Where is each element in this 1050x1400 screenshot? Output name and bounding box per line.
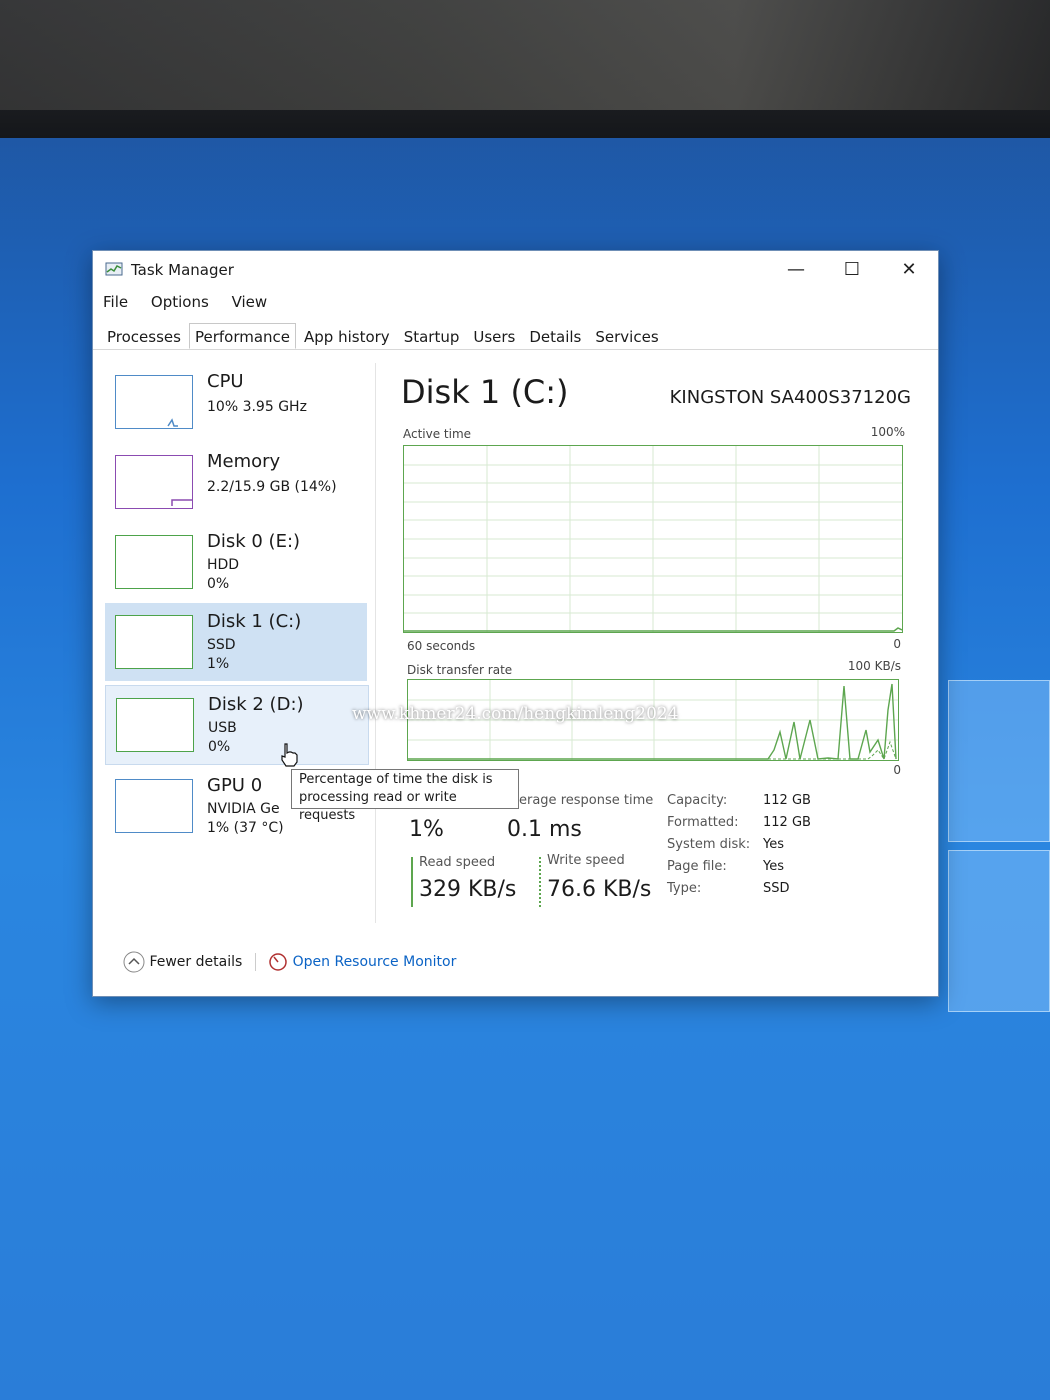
tab-users[interactable]: Users [467, 323, 521, 349]
minimize-button[interactable]: — [781, 259, 811, 281]
chevron-up-icon [123, 951, 145, 973]
active-time-label: Active time [403, 427, 472, 441]
read-speed-label: Read speed [419, 855, 496, 870]
disk2-thumbnail-graph [116, 698, 194, 752]
sidebar-disk0-type: HDD [207, 557, 240, 573]
prop-capacity-key: Capacity: [667, 793, 728, 808]
avg-response-label: erage response time [519, 793, 654, 808]
fewer-details-label: Fewer details [149, 954, 243, 970]
prop-system-disk-value: Yes [763, 837, 784, 852]
menu-view[interactable]: View [232, 293, 268, 311]
active-time-tooltip: Percentage of time the disk is processin… [291, 769, 519, 823]
tab-startup[interactable]: Startup [398, 323, 466, 349]
read-speed-value: 329 KB/s [419, 877, 517, 902]
tooltip-line-1: Percentage of time the disk is [299, 772, 493, 787]
disk0-thumbnail-graph [115, 535, 193, 589]
menu-file[interactable]: File [103, 293, 128, 311]
sidebar-disk2-name: Disk 2 (D:) [208, 694, 304, 715]
write-speed-value: 76.6 KB/s [547, 877, 652, 902]
sidebar-item-disk2[interactable]: Disk 2 (D:) USB 0% [105, 685, 369, 767]
prop-page-file-key: Page file: [667, 859, 727, 874]
desktop-window-logo-bottom [948, 850, 1050, 1012]
tab-details[interactable]: Details [523, 323, 587, 349]
sidebar-disk1-type: SSD [207, 637, 236, 653]
prop-system-disk-key: System disk: [667, 837, 751, 852]
write-speed-marker [539, 857, 541, 907]
sidebar-divider [375, 363, 376, 923]
transfer-rate-max: 100 KB/s [847, 659, 901, 673]
watermark-text: www.khmer24.com/hengkimleng2024 [352, 704, 679, 724]
task-manager-window: Task Manager — ☐ ✕ File Options View Pro… [92, 250, 939, 997]
memory-thumbnail-graph [115, 455, 193, 509]
open-resource-monitor-link[interactable]: Open Resource Monitor [268, 953, 457, 971]
open-resource-monitor-label: Open Resource Monitor [292, 954, 457, 970]
window-title: Task Manager [131, 261, 234, 279]
tab-app-history[interactable]: App history [298, 323, 396, 349]
sidebar-cpu-usage: 10% 3.95 GHz [207, 399, 307, 415]
write-speed-label: Write speed [547, 853, 625, 868]
transfer-rate-zero: 0 [893, 763, 901, 777]
tooltip-line-2: processing read or write requests [299, 790, 457, 823]
prop-type-value: SSD [763, 881, 790, 896]
sidebar-disk2-type: USB [208, 720, 237, 736]
footer: Fewer details Open Resource Monitor [123, 951, 456, 973]
prop-formatted-value: 112 GB [763, 815, 811, 830]
tab-services[interactable]: Services [589, 323, 664, 349]
sidebar-item-disk0[interactable]: Disk 0 (E:) HDD 0% [105, 523, 367, 601]
prop-capacity-value: 112 GB [763, 793, 811, 808]
maximize-button[interactable]: ☐ [837, 259, 867, 281]
close-button[interactable]: ✕ [894, 259, 924, 281]
tab-bar: Processes Performance App history Startu… [101, 323, 667, 349]
sidebar-disk0-usage: 0% [207, 576, 230, 592]
task-manager-icon [105, 262, 123, 276]
transfer-rate-label: Disk transfer rate [407, 663, 513, 677]
sidebar-cpu-name: CPU [207, 371, 244, 392]
performance-sidebar: CPU 10% 3.95 GHz Memory 2.2/15.9 GB (14%… [105, 363, 370, 923]
title-bar: Task Manager — ☐ ✕ [93, 251, 938, 287]
sidebar-disk2-usage: 0% [208, 739, 231, 755]
sidebar-disk1-name: Disk 1 (C:) [207, 611, 302, 632]
prop-page-file-value: Yes [763, 859, 784, 874]
menu-bar: File Options View [103, 293, 285, 311]
disk1-thumbnail-graph [115, 615, 193, 669]
disk-model: KINGSTON SA400S37120G [669, 387, 911, 408]
desktop-window-logo-top [948, 680, 1050, 842]
gpu-thumbnail-graph [115, 779, 193, 833]
prop-formatted-key: Formatted: [667, 815, 739, 830]
hand-cursor-icon [281, 743, 298, 767]
sidebar-item-memory[interactable]: Memory 2.2/15.9 GB (14%) [105, 443, 367, 521]
sidebar-item-cpu[interactable]: CPU 10% 3.95 GHz [105, 363, 367, 441]
disk-title: Disk 1 (C:) [401, 373, 569, 411]
disk-detail-panel: Disk 1 (C:) KINGSTON SA400S37120G Active… [393, 363, 913, 923]
fewer-details-button[interactable]: Fewer details [123, 951, 247, 973]
sidebar-gpu-usage: 1% (37 °C) [207, 820, 284, 836]
sidebar-disk1-usage: 1% [207, 656, 230, 672]
tab-performance[interactable]: Performance [188, 323, 297, 349]
sidebar-gpu-model: NVIDIA Ge [207, 801, 280, 817]
menu-options[interactable]: Options [151, 293, 209, 311]
prop-type-key: Type: [667, 881, 702, 896]
sidebar-disk0-name: Disk 0 (E:) [207, 531, 301, 552]
active-time-max: 100% [870, 425, 905, 439]
footer-separator [254, 953, 256, 971]
resource-monitor-icon [269, 953, 287, 971]
active-time-chart [403, 445, 903, 633]
active-time-zero: 0 [893, 637, 901, 651]
monitor-bezel [0, 0, 1050, 138]
time-span-label: 60 seconds [407, 639, 476, 653]
sidebar-gpu-name: GPU 0 [207, 775, 263, 796]
read-speed-marker [411, 857, 413, 907]
active-time-gridlines [404, 446, 903, 632]
sidebar-item-disk1[interactable]: Disk 1 (C:) SSD 1% [105, 603, 367, 681]
tab-divider [93, 349, 938, 350]
tab-processes[interactable]: Processes [101, 323, 187, 349]
sidebar-memory-name: Memory [207, 451, 281, 472]
sidebar-memory-usage: 2.2/15.9 GB (14%) [207, 479, 337, 495]
avg-response-value: 0.1 ms [507, 817, 582, 842]
cpu-thumbnail-graph [115, 375, 193, 429]
background-wall [0, 0, 1050, 110]
